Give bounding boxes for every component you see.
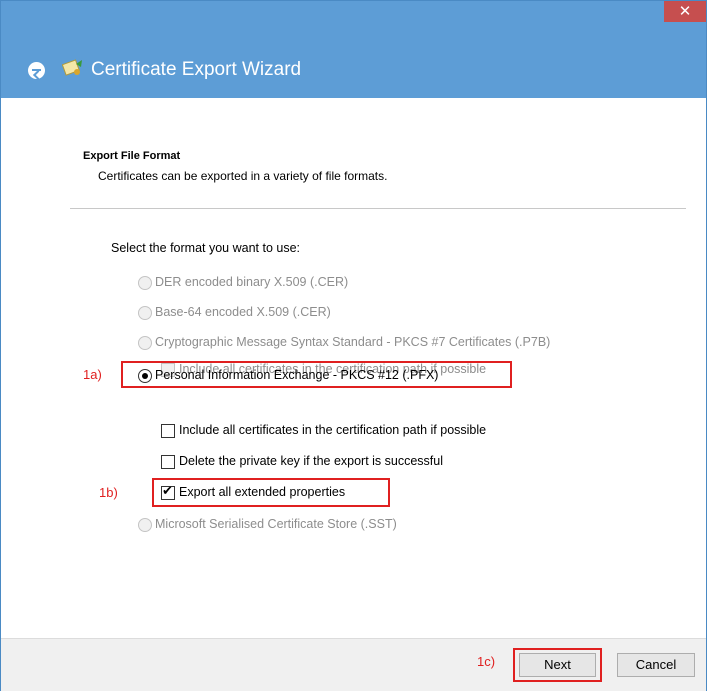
- annotation-1a: 1a): [83, 367, 102, 382]
- sst-label: Microsoft Serialised Certificate Store (…: [155, 517, 397, 531]
- annotation-1c: 1c): [477, 654, 496, 669]
- cancel-button[interactable]: Cancel: [617, 653, 695, 677]
- pkcs7-label: Cryptographic Message Syntax Standard - …: [155, 335, 551, 349]
- delete-private-key-label: Delete the private key if the export is …: [179, 454, 444, 468]
- pfx-include-checkbox[interactable]: [161, 424, 175, 438]
- der-radio[interactable]: [138, 276, 152, 290]
- footer-bar: 1c) Next Cancel: [1, 638, 706, 691]
- wizard-window: ✕ Certificate Export Wizard Export File …: [0, 0, 707, 691]
- pkcs7-radio[interactable]: [138, 336, 152, 350]
- delete-private-key-checkbox[interactable]: [161, 455, 175, 469]
- format-prompt: Select the format you want to use:: [111, 241, 300, 255]
- der-label: DER encoded binary X.509 (.CER): [155, 275, 349, 289]
- export-extended-checkbox[interactable]: [161, 484, 175, 500]
- pfx-label: Personal Information Exchange - PKCS #12…: [155, 368, 439, 382]
- export-extended-label: Export all extended properties: [179, 485, 346, 499]
- base64-radio[interactable]: [138, 306, 152, 320]
- header-divider: [70, 208, 686, 209]
- base64-label: Base-64 encoded X.509 (.CER): [155, 305, 331, 319]
- sst-radio[interactable]: [138, 518, 152, 532]
- section-title: Export File Format: [83, 150, 181, 162]
- wizard-title: Certificate Export Wizard: [91, 59, 302, 80]
- title-bar: ✕ Certificate Export Wizard: [1, 1, 706, 98]
- next-button[interactable]: Next: [519, 653, 596, 677]
- certificate-wizard-icon: [62, 59, 82, 76]
- section-description: Certificates can be exported in a variet…: [98, 169, 388, 183]
- annotation-1b: 1b): [99, 485, 118, 500]
- close-button[interactable]: ✕: [664, 1, 706, 22]
- pfx-include-label: Include all certificates in the certific…: [179, 423, 487, 437]
- back-arrow-icon[interactable]: [28, 62, 45, 79]
- pfx-radio[interactable]: [138, 369, 152, 383]
